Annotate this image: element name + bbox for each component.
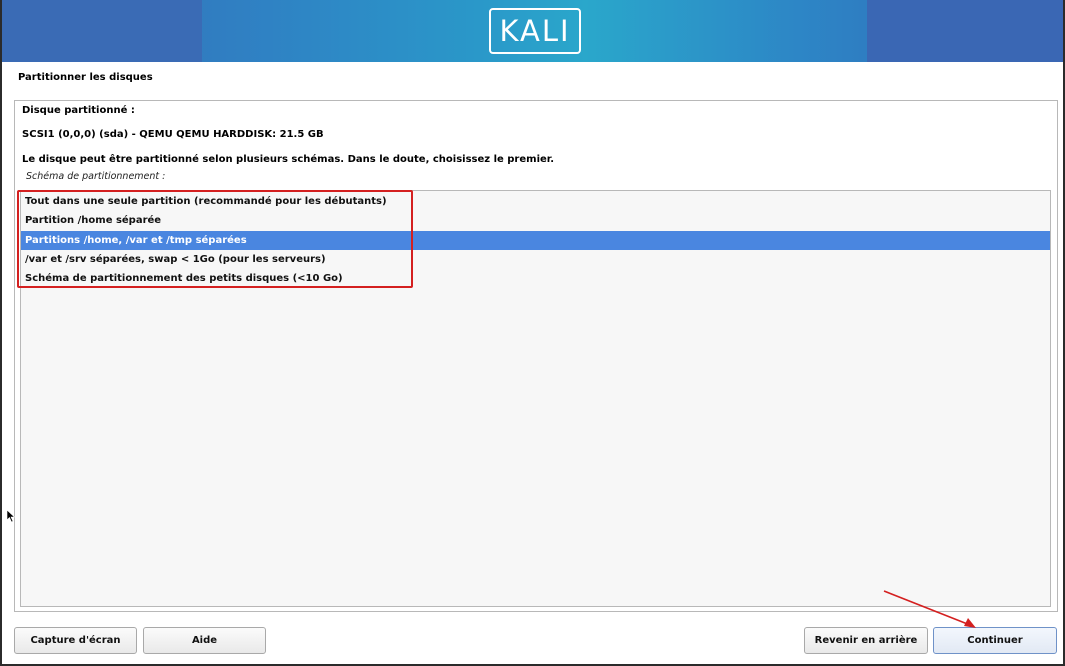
continue-button[interactable]: Continuer [933,627,1057,654]
disk-name: SCSI1 (0,0,0) (sda) - QEMU QEMU HARDDISK… [22,129,324,140]
partition-scheme-list[interactable]: Tout dans une seule partition (recommand… [20,190,1051,607]
scheme-option[interactable]: Schéma de partitionnement des petits dis… [21,269,1050,288]
help-button[interactable]: Aide [143,627,266,654]
banner-right-panel [867,0,1063,62]
scheme-option[interactable]: Partition /home séparée [21,211,1050,230]
banner-left-panel [2,0,202,62]
screenshot-button[interactable]: Capture d'écran [14,627,137,654]
scheme-option-selected[interactable]: Partitions /home, /var et /tmp séparées [21,231,1050,250]
scheme-note: Le disque peut être partitionné selon pl… [22,154,555,165]
kali-logo: KALI [489,8,581,54]
scheme-option[interactable]: /var et /srv séparées, swap < 1Go (pour … [21,250,1050,269]
page-title: Partitionner les disques [18,72,153,83]
disk-heading: Disque partitionné : [22,105,135,116]
kali-banner: KALI [2,0,1063,62]
installer-window: KALI Partitionner les disques Disque par… [0,0,1065,666]
go-back-button[interactable]: Revenir en arrière [804,627,928,654]
mouse-pointer-icon [6,509,16,523]
scheme-option[interactable]: Tout dans une seule partition (recommand… [21,192,1050,211]
content-panel: Disque partitionné : SCSI1 (0,0,0) (sda)… [14,100,1058,612]
scheme-list-label: Schéma de partitionnement : [26,171,166,182]
